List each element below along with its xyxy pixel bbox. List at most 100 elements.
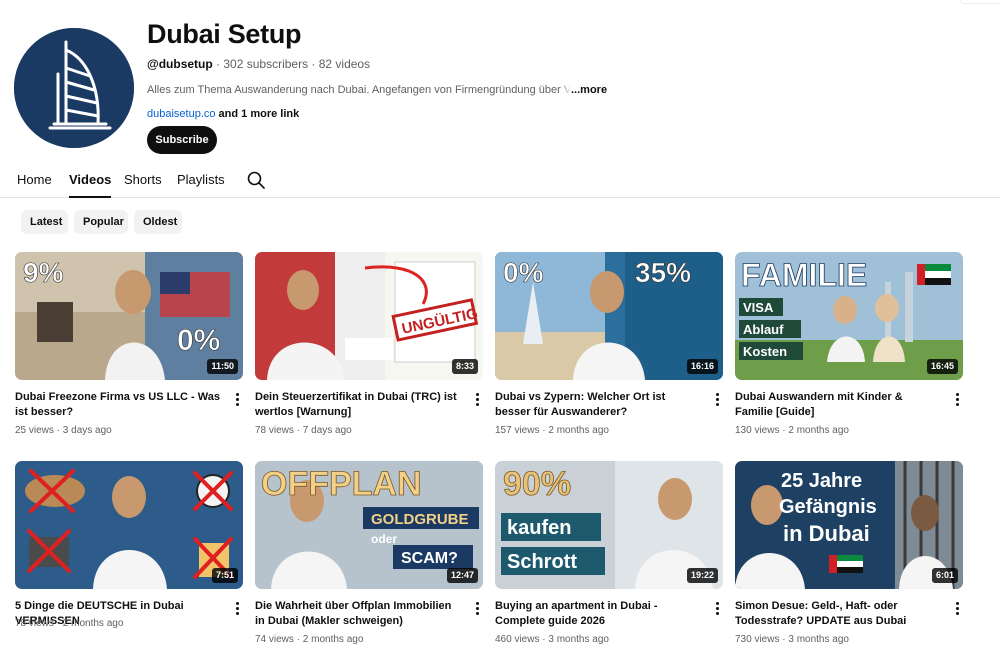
video-age: 7 days ago xyxy=(302,425,352,436)
video-card[interactable]: 0% 35% 16:16 Dubai vs Zypern: Welcher Or… xyxy=(495,252,723,442)
more-options-icon[interactable] xyxy=(711,601,723,617)
thumb-text: Gefängnis xyxy=(779,496,877,518)
chip-oldest[interactable]: Oldest xyxy=(134,210,182,234)
burj-al-arab-logo-icon xyxy=(14,28,134,148)
thumb-text: FAMILIE xyxy=(741,257,867,293)
channel-meta: @dubsetup · 302 subscribers · 82 videos xyxy=(147,56,707,72)
more-options-icon[interactable] xyxy=(951,601,963,617)
video-card[interactable]: FAMILIE VISA Ablauf Kosten 16:45 Dubai A… xyxy=(735,252,963,442)
channel-links: dubaisetup.co and 1 more link xyxy=(147,106,707,122)
video-thumbnail[interactable]: 9% 0% 11:50 xyxy=(15,252,243,380)
video-thumbnail[interactable]: 25 Jahre Gefängnis in Dubai 6:01 xyxy=(735,461,963,589)
video-thumbnail[interactable]: UNGÜLTIG 8:33 xyxy=(255,252,483,380)
video-meta: 78 views · 7 days ago xyxy=(255,425,352,436)
thumb-text: oder xyxy=(371,532,397,546)
channel-description-text: Alles zum Thema Auswanderung nach Dubai.… xyxy=(147,84,582,96)
tab-shorts[interactable]: Shorts xyxy=(124,172,162,198)
video-views: 730 views xyxy=(735,634,780,645)
video-card[interactable]: 9% 0% 11:50 Dubai Freezone Firma vs US L… xyxy=(15,252,243,442)
more-options-icon[interactable] xyxy=(711,392,723,408)
search-icon[interactable] xyxy=(246,170,266,190)
channel-handle: @dubsetup xyxy=(147,57,213,71)
thumb-text: kaufen xyxy=(507,517,571,539)
video-thumbnail[interactable]: FAMILIE VISA Ablauf Kosten 16:45 xyxy=(735,252,963,380)
more-options-icon[interactable] xyxy=(231,601,243,617)
video-age: 3 days ago xyxy=(62,425,112,436)
video-duration: 6:01 xyxy=(931,568,958,583)
thumb-text: SCAM? xyxy=(401,550,458,567)
video-views: 130 views xyxy=(735,425,780,436)
video-title[interactable]: Dubai Auswandern mit Kinder & Familie [G… xyxy=(735,390,943,420)
more-links-link[interactable]: and 1 more link xyxy=(216,108,300,120)
more-options-icon[interactable] xyxy=(471,601,483,617)
channel-tabs: Home Videos Shorts Playlists xyxy=(0,164,1000,198)
more-options-icon[interactable] xyxy=(231,392,243,408)
top-bar-edge xyxy=(960,0,1000,4)
tab-videos[interactable]: Videos xyxy=(69,172,112,198)
video-duration: 16:16 xyxy=(686,359,718,374)
video-thumbnail[interactable]: 0% 35% 16:16 xyxy=(495,252,723,380)
video-meta: 730 views · 3 months ago xyxy=(735,634,849,645)
thumb-text: VISA xyxy=(743,300,774,315)
video-meta: 25 views · 3 days ago xyxy=(15,425,112,436)
video-age: 2 months ago xyxy=(302,634,364,645)
video-meta: 130 views · 2 months ago xyxy=(735,425,849,436)
video-title[interactable]: Die Wahrheit über Offplan Immobilien in … xyxy=(255,599,463,629)
video-views: 460 views xyxy=(495,634,540,645)
video-thumbnail[interactable]: 7:51 xyxy=(15,461,243,589)
video-views: 25 views xyxy=(15,425,54,436)
video-duration: 11:50 xyxy=(207,359,238,374)
thumb-text: Kosten xyxy=(743,344,787,359)
video-thumbnail[interactable]: 90% kaufen Schrott 19:22 xyxy=(495,461,723,589)
thumb-text: in Dubai xyxy=(783,521,870,546)
video-card[interactable]: UNGÜLTIG 8:33 Dein Steuerzertifikat in D… xyxy=(255,252,483,442)
chip-popular[interactable]: Popular xyxy=(74,210,128,234)
more-options-icon[interactable] xyxy=(471,392,483,408)
video-meta: 78 views · 2 months ago xyxy=(15,618,124,629)
video-views: 78 views xyxy=(15,618,54,629)
channel-description[interactable]: Alles zum Thema Auswanderung nach Dubai.… xyxy=(147,82,608,98)
video-title[interactable]: Dubai vs Zypern: Welcher Ort ist besser … xyxy=(495,390,703,420)
video-duration: 8:33 xyxy=(451,359,478,374)
video-card[interactable]: 25 Jahre Gefängnis in Dubai 6:01 Simon D… xyxy=(735,461,963,651)
chip-latest[interactable]: Latest xyxy=(21,210,68,234)
video-meta: 157 views · 2 months ago xyxy=(495,425,609,436)
video-duration: 7:51 xyxy=(211,568,238,583)
video-title[interactable]: Simon Desue: Geld-, Haft- oder Todesstra… xyxy=(735,599,943,629)
tab-playlists[interactable]: Playlists xyxy=(177,172,225,198)
video-views: 157 views xyxy=(495,425,540,436)
video-duration: 19:22 xyxy=(686,568,718,583)
subscribe-button[interactable]: Subscribe xyxy=(147,126,217,154)
video-views: 78 views xyxy=(255,425,294,436)
tab-home[interactable]: Home xyxy=(17,172,52,198)
video-title[interactable]: Buying an apartment in Dubai - Complete … xyxy=(495,599,703,629)
video-meta: 74 views · 2 months ago xyxy=(255,634,364,645)
channel-stats: · 302 subscribers · 82 videos xyxy=(212,57,371,71)
video-thumbnail[interactable]: OFFPLAN GOLDGRUBE oder SCAM? 12:47 xyxy=(255,461,483,589)
thumb-text: 0% xyxy=(177,324,220,357)
thumb-text: 9% xyxy=(23,257,64,288)
video-card[interactable]: 90% kaufen Schrott 19:22 Buying an apart… xyxy=(495,461,723,651)
thumb-text: 35% xyxy=(635,257,691,288)
video-age: 2 months ago xyxy=(788,425,849,436)
video-card[interactable]: 7:51 5 Dinge die DEUTSCHE in Dubai VERMI… xyxy=(15,461,243,651)
description-more-link[interactable]: ...more xyxy=(561,82,608,98)
more-options-icon[interactable] xyxy=(951,392,963,408)
video-title[interactable]: Dubai Freezone Firma vs US LLC - Was ist… xyxy=(15,390,223,420)
thumb-text: 90% xyxy=(503,465,571,503)
channel-info: Dubai Setup @dubsetup · 302 subscribers … xyxy=(147,18,707,122)
channel-title: Dubai Setup xyxy=(147,19,302,49)
video-card[interactable]: OFFPLAN GOLDGRUBE oder SCAM? 12:47 Die W… xyxy=(255,461,483,651)
video-duration: 16:45 xyxy=(926,359,958,374)
video-age: 2 months ago xyxy=(62,618,124,629)
thumb-text: Schrott xyxy=(507,551,577,573)
video-title[interactable]: Dein Steuerzertifikat in Dubai (TRC) ist… xyxy=(255,390,463,420)
thumb-text: GOLDGRUBE xyxy=(371,511,469,528)
channel-avatar[interactable] xyxy=(14,28,134,148)
thumb-text: Ablauf xyxy=(743,322,784,337)
video-age: 2 months ago xyxy=(548,425,609,436)
channel-website-link[interactable]: dubaisetup.co xyxy=(147,108,216,120)
thumb-text: 25 Jahre xyxy=(781,470,862,492)
video-duration: 12:47 xyxy=(446,568,478,583)
video-meta: 460 views · 3 months ago xyxy=(495,634,609,645)
